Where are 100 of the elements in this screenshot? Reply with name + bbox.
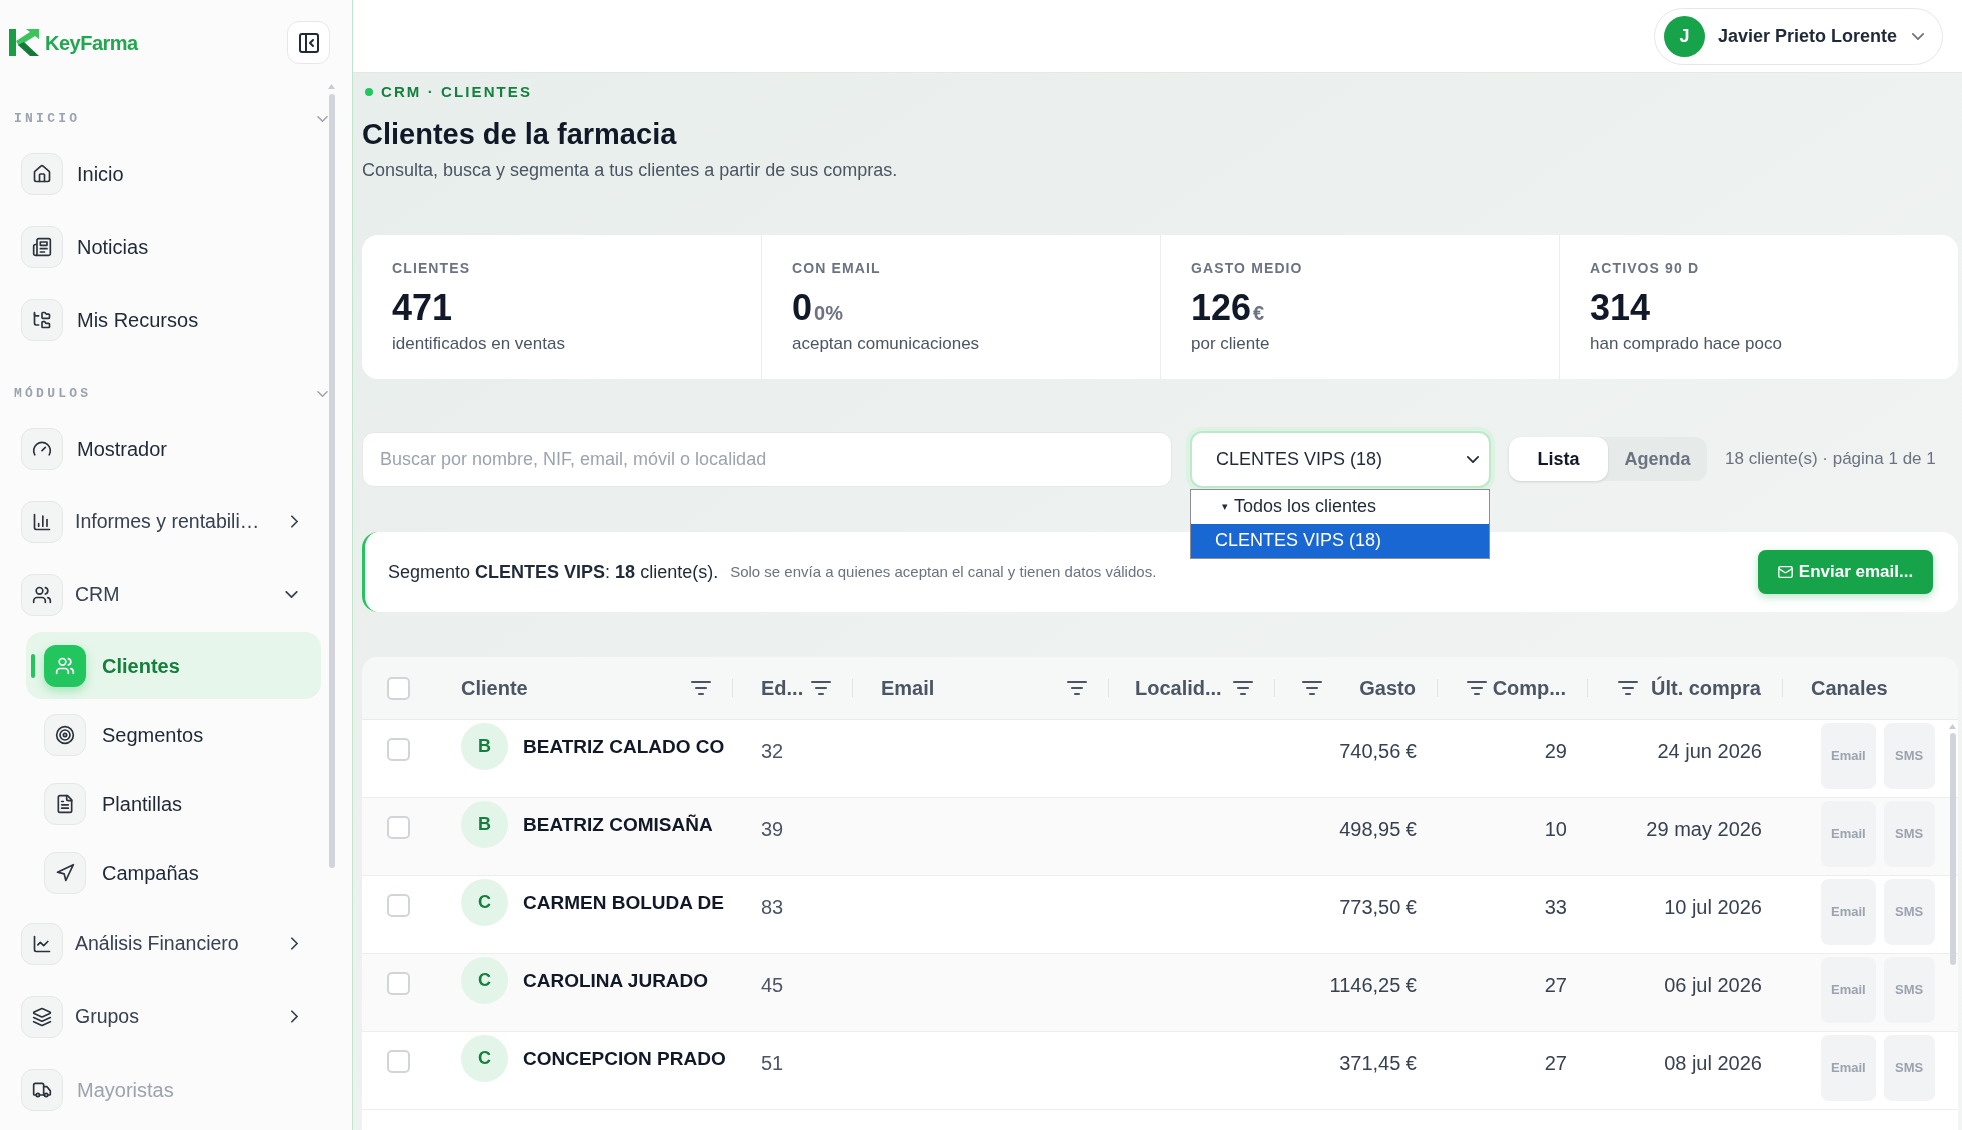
- panel-collapse-icon: [298, 32, 319, 53]
- line-chart-icon: [21, 922, 63, 965]
- bar-chart-icon: [21, 500, 63, 543]
- row-checkbox[interactable]: [387, 1050, 410, 1073]
- client-name[interactable]: BEATRIZ CALADO CO: [523, 734, 725, 759]
- search-field[interactable]: Buscar por nombre, NIF, email, móvil o localidad: [362, 431, 1172, 487]
- last-purchase-date: 08 jul 2026: [1664, 1052, 1762, 1074]
- column-header[interactable]: Cliente: [461, 673, 528, 703]
- users-icon: [21, 573, 63, 616]
- sidebar-subitem[interactable]: Plantillas: [26, 770, 321, 837]
- table-row[interactable]: C CONCEPCION PRADO 51 371,45 € 27 08 jul 2026 Email SMS: [362, 1032, 1958, 1110]
- client-name[interactable]: CARMEN BOLUDA DE: [523, 890, 724, 915]
- client-name[interactable]: CAROLINA JURADO: [523, 968, 709, 993]
- stat-label: CLIENTES: [392, 259, 472, 277]
- filter-icon[interactable]: [1467, 681, 1487, 695]
- scroll-up-arrow-icon[interactable]: [1949, 724, 1956, 729]
- column-header[interactable]: Ed...: [761, 673, 804, 703]
- view-tab[interactable]: Lista: [1509, 437, 1608, 481]
- purchase-count: 33: [1544, 896, 1567, 918]
- total-spend: 740,56 €: [1339, 740, 1417, 762]
- client-age: 51: [761, 1052, 784, 1074]
- last-purchase-date: 10 jul 2026: [1664, 896, 1762, 918]
- purchase-count: 29: [1544, 740, 1567, 762]
- sidebar-subitem[interactable]: Clientes: [26, 632, 321, 699]
- last-purchase-date: 29 may 2026: [1646, 818, 1762, 840]
- sidebar-group[interactable]: Informes y rentabili…: [0, 485, 310, 558]
- filter-icon[interactable]: [1618, 681, 1638, 695]
- sidebar-group[interactable]: CRM: [0, 558, 310, 631]
- filter-icon[interactable]: [691, 681, 711, 695]
- dropdown-option[interactable]: CLENTES VIPS (18): [1191, 523, 1489, 558]
- table-row[interactable]: C CARMEN BOLUDA DE 83 773,50 € 33 10 jul 2026 Email SMS: [362, 876, 1958, 954]
- sidebar-group[interactable]: Grupos: [0, 980, 310, 1053]
- client-age: 39: [761, 818, 784, 840]
- column-header[interactable]: Últ. compra: [1650, 673, 1761, 703]
- purchase-count: 27: [1544, 974, 1567, 996]
- total-spend: 371,45 €: [1339, 1052, 1417, 1074]
- view-tab[interactable]: Agenda: [1608, 437, 1707, 481]
- filter-icon[interactable]: [811, 681, 831, 695]
- total-spend: 1146,25 €: [1329, 974, 1417, 996]
- stat-label: ACTIVOS 90 D: [1590, 259, 1701, 277]
- layers-icon: [21, 995, 63, 1038]
- mail-icon: [1777, 566, 1793, 578]
- client-avatar: B: [461, 723, 508, 770]
- stat-note: aceptan comunicaciones: [792, 333, 981, 355]
- filter-icon[interactable]: [1067, 681, 1087, 695]
- sidebar-subitem[interactable]: Segmentos: [26, 701, 321, 768]
- purchase-count: 27: [1544, 1052, 1567, 1074]
- client-avatar: B: [461, 801, 508, 848]
- sidebar-item[interactable]: Noticias: [0, 210, 310, 283]
- filter-icon[interactable]: [1233, 681, 1253, 695]
- gauge-icon: [21, 427, 63, 470]
- column-header[interactable]: Localid...: [1135, 673, 1222, 703]
- client-name[interactable]: BEATRIZ COMISAÑA: [523, 812, 713, 837]
- newspaper-icon: [21, 225, 63, 268]
- truck-icon: [21, 1068, 63, 1111]
- last-purchase-date: 06 jul 2026: [1664, 974, 1762, 996]
- sidebar-subitem[interactable]: Campañas: [26, 839, 321, 906]
- scrollbar[interactable]: [1949, 724, 1956, 965]
- table-row[interactable]: C CAROLINA JURADO 45 1146,25 € 27 06 jul 2026 Email SMS: [362, 954, 1958, 1032]
- purchase-count: 10: [1544, 818, 1567, 840]
- sidebar-item[interactable]: Mostrador: [0, 412, 310, 485]
- table-row[interactable]: B BEATRIZ COMISAÑA 39 498,95 € 10 29 may 2026 Email SMS: [362, 798, 1958, 876]
- paper-plane-icon: [44, 851, 86, 894]
- filter-icon[interactable]: [1302, 681, 1322, 695]
- breadcrumb: CRM · CLIENTES: [381, 81, 533, 102]
- document-icon: [44, 782, 86, 825]
- chevron-down-icon: [1467, 455, 1479, 463]
- sidebar-item[interactable]: Inicio: [0, 137, 310, 210]
- row-checkbox[interactable]: [387, 738, 410, 761]
- stat-value: 126: [1191, 288, 1252, 328]
- total-spend: 498,95 €: [1339, 818, 1417, 840]
- sidebar-item[interactable]: Mis Recursos: [0, 283, 310, 356]
- results-info: 18 cliente(s) · página 1 de 1: [1725, 448, 1936, 471]
- collapse-sidebar-button[interactable]: [287, 21, 330, 64]
- column-header[interactable]: Gasto: [1359, 673, 1416, 703]
- scroll-up-arrow-icon[interactable]: [328, 84, 335, 89]
- client-avatar: C: [461, 1035, 508, 1082]
- stat-value: 471: [392, 288, 453, 328]
- user-menu-button[interactable]: J Javier Prieto Lorente: [1653, 7, 1943, 65]
- user-avatar: J: [1663, 15, 1705, 57]
- table-row[interactable]: B BEATRIZ CALADO CO 32 740,56 € 29 24 jun 2026 Email SMS: [362, 720, 1958, 798]
- users-icon: [44, 644, 86, 687]
- client-avatar: C: [461, 879, 508, 926]
- stat-label: GASTO MEDIO: [1191, 259, 1304, 277]
- stat-note: por cliente: [1191, 333, 1271, 355]
- column-header[interactable]: Canales: [1811, 673, 1888, 703]
- column-header[interactable]: Email: [881, 673, 935, 703]
- last-purchase-date: 24 jun 2026: [1657, 740, 1762, 762]
- client-name[interactable]: CONCEPCION PRADO: [523, 1046, 726, 1071]
- page-title: Clientes de la farmacia: [362, 117, 678, 152]
- row-checkbox[interactable]: [387, 972, 410, 995]
- column-header[interactable]: Comp...: [1492, 673, 1566, 703]
- total-spend: 773,50 €: [1339, 896, 1417, 918]
- client-age: 45: [761, 974, 784, 996]
- row-checkbox[interactable]: [387, 816, 410, 839]
- row-checkbox[interactable]: [387, 894, 410, 917]
- scrollbar[interactable]: [328, 84, 335, 868]
- sidebar-group[interactable]: Análisis Financiero: [0, 907, 310, 980]
- stat-unit: 0%: [814, 301, 843, 326]
- select-all-checkbox[interactable]: [387, 676, 410, 700]
